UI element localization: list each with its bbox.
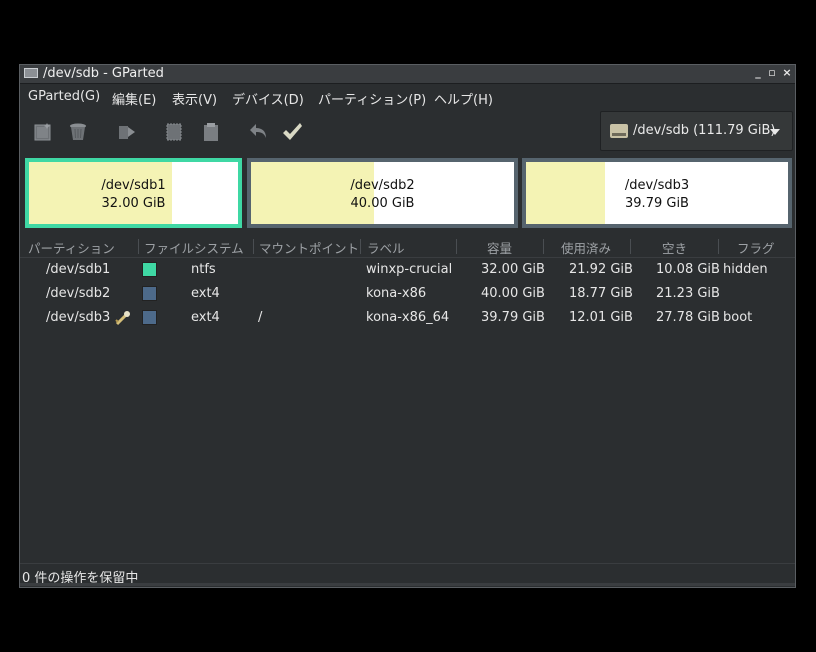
menu-edit[interactable]: 編集(E) — [112, 89, 156, 108]
row-used: 21.92 GiB — [569, 262, 633, 277]
status-bar: 0 件の操作を保留中 — [20, 563, 795, 586]
row-filesystem: ext4 — [191, 286, 220, 301]
filesystem-color-swatch — [142, 262, 157, 277]
filesystem-color-swatch — [142, 310, 157, 325]
col-filesystem[interactable]: ファイルシステム — [144, 238, 244, 257]
close-icon[interactable]: × — [781, 67, 793, 79]
partition-size: 32.00 GiB — [101, 196, 166, 211]
row-size: 40.00 GiB — [481, 286, 545, 301]
col-mountpoint[interactable]: マウントポイント — [259, 238, 359, 257]
title-bar[interactable]: /dev/sdb - GParted _ ▫ × — [20, 65, 795, 84]
device-label: /dev/sdb (111.79 GiB) — [633, 123, 776, 138]
partition-size: 39.79 GiB — [625, 196, 689, 211]
partition-name: /dev/sdb3 — [624, 178, 690, 193]
col-used[interactable]: 使用済み — [561, 238, 611, 257]
row-used: 18.77 GiB — [569, 286, 633, 301]
partition-name: /dev/sdb1 — [101, 178, 166, 193]
minimize-icon[interactable]: _ — [752, 67, 764, 79]
row-partition: /dev/sdb2 — [46, 286, 111, 301]
new-partition-icon[interactable] — [32, 121, 54, 143]
chevron-down-icon — [770, 129, 780, 135]
col-flags[interactable]: フラグ — [737, 238, 775, 257]
table-row[interactable]: /dev/sdb3 ext4 / kona-x86_64 39.79 GiB 1… — [20, 307, 795, 329]
harddisk-icon — [610, 124, 628, 138]
gparted-window: /dev/sdb - GParted _ ▫ × GParted(G) 編集(E… — [19, 64, 796, 588]
col-size[interactable]: 容量 — [487, 238, 512, 257]
menu-partition[interactable]: パーティション(P) — [318, 89, 426, 108]
menu-gparted[interactable]: GParted(G) — [28, 89, 100, 104]
menu-help[interactable]: ヘルプ(H) — [434, 89, 493, 108]
row-mountpoint: / — [258, 310, 263, 325]
col-label[interactable]: ラベル — [367, 238, 405, 257]
harddisk-app-icon — [24, 68, 38, 78]
paste-icon[interactable] — [200, 121, 222, 143]
table-header: パーティション ファイルシステム マウントポイント ラベル 容量 使用済み 空き… — [20, 237, 795, 258]
table-row[interactable]: /dev/sdb1 ntfs winxp-crucial 32.00 GiB 2… — [20, 259, 795, 281]
row-partition: /dev/sdb1 — [46, 262, 111, 277]
partition-map: /dev/sdb1 32.00 GiB /dev/sdb2 40.00 GiB … — [25, 158, 792, 228]
used-space-bar — [251, 162, 375, 224]
col-free[interactable]: 空き — [662, 238, 687, 257]
row-label: winxp-crucial — [366, 262, 453, 277]
row-used: 12.01 GiB — [569, 310, 633, 325]
copy-icon[interactable] — [163, 121, 185, 143]
window-title: /dev/sdb - GParted — [43, 66, 164, 81]
partition-size: 40.00 GiB — [350, 196, 415, 211]
row-partition: /dev/sdb3 — [46, 310, 111, 325]
partition-name: /dev/sdb2 — [350, 178, 415, 193]
col-partition[interactable]: パーティション — [28, 238, 115, 257]
undo-icon[interactable] — [247, 121, 269, 143]
partition-block-sdb3[interactable]: /dev/sdb3 39.79 GiB — [522, 158, 792, 228]
menu-bar: GParted(G) 編集(E) 表示(V) デバイス(D) パーティション(P… — [20, 85, 795, 109]
filesystem-color-swatch — [142, 286, 157, 301]
row-size: 39.79 GiB — [481, 310, 545, 325]
used-space-bar — [526, 162, 606, 224]
table-row[interactable]: /dev/sdb2 ext4 kona-x86 40.00 GiB 18.77 … — [20, 283, 795, 305]
row-free: 21.23 GiB — [656, 286, 720, 301]
used-space-bar — [29, 162, 173, 224]
row-flags: hidden — [723, 262, 768, 277]
row-filesystem: ext4 — [191, 310, 220, 325]
partition-block-sdb2[interactable]: /dev/sdb2 40.00 GiB — [247, 158, 518, 228]
mounted-key-icon — [114, 309, 132, 327]
menu-view[interactable]: 表示(V) — [172, 89, 217, 108]
row-filesystem: ntfs — [191, 262, 216, 277]
row-free: 10.08 GiB — [656, 262, 720, 277]
device-selector[interactable]: /dev/sdb (111.79 GiB) — [600, 111, 793, 151]
row-size: 32.00 GiB — [481, 262, 545, 277]
resize-move-icon[interactable] — [115, 121, 137, 143]
delete-icon[interactable] — [67, 121, 89, 143]
row-free: 27.78 GiB — [656, 310, 720, 325]
partition-block-sdb1[interactable]: /dev/sdb1 32.00 GiB — [25, 158, 242, 228]
row-flags: boot — [723, 310, 753, 325]
maximize-icon[interactable]: ▫ — [766, 67, 778, 79]
row-label: kona-x86 — [366, 286, 427, 301]
apply-icon[interactable] — [281, 121, 303, 143]
row-label: kona-x86_64 — [366, 310, 450, 325]
menu-device[interactable]: デバイス(D) — [232, 89, 304, 108]
